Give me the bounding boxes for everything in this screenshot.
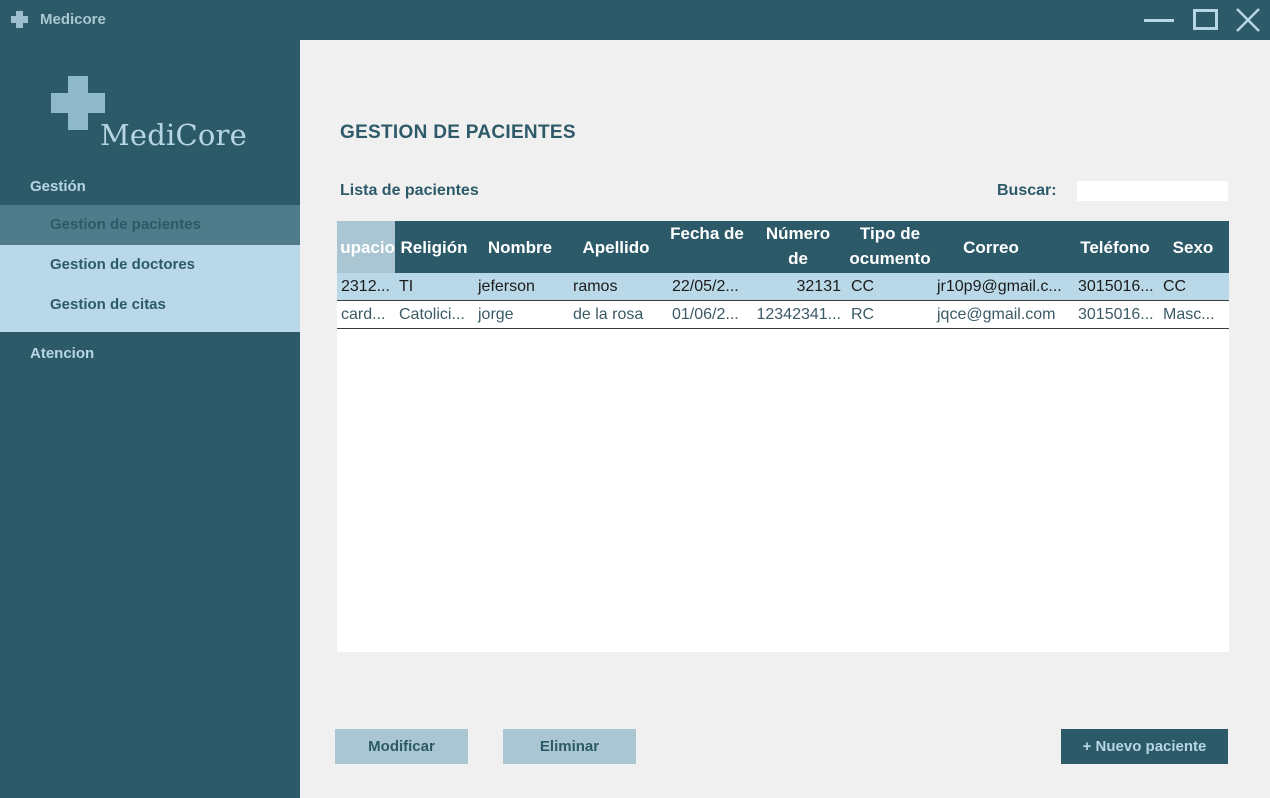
table-cell: ramos	[573, 278, 618, 295]
sidebar-item-gestion-pacientes[interactable]: Gestion de pacientes	[0, 205, 300, 245]
table-cell: 2312...	[341, 278, 390, 295]
column-header-religion[interactable]: Religión	[395, 221, 473, 273]
search-label: Buscar:	[997, 182, 1057, 199]
table-cell: 01/06/2...	[672, 306, 739, 323]
close-button[interactable]	[1232, 6, 1266, 34]
column-header-telefono[interactable]: Teléfono	[1070, 221, 1160, 273]
column-header-correo[interactable]: Correo	[937, 221, 1045, 273]
table-cell: 3015016...	[1078, 278, 1154, 295]
table-cell: jr10p9@gmail.c...	[937, 278, 1062, 295]
column-header-tipo-documento[interactable]: Tipo de ocumento	[845, 221, 935, 273]
table-cell: 12342341...	[756, 306, 841, 323]
close-icon	[1236, 8, 1260, 32]
table-cell: RC	[851, 306, 875, 323]
table-cell: jorge	[478, 306, 514, 323]
maximize-icon	[1193, 9, 1218, 30]
modify-button[interactable]: Modificar	[335, 729, 468, 764]
patients-table: upacio Religión Nombre Apellido Fecha de…	[337, 221, 1229, 652]
delete-button[interactable]: Eliminar	[503, 729, 636, 764]
table-cell: jeferson	[478, 278, 535, 295]
table-cell: 22/05/2...	[672, 278, 739, 295]
title-bar: Medicore	[0, 0, 1270, 40]
table-row[interactable]: 2312... TI jeferson ramos 22/05/2... 321…	[337, 273, 1229, 301]
column-header-apellido[interactable]: Apellido	[569, 221, 663, 273]
table-cell: 3015016...	[1078, 306, 1154, 323]
page-title: GESTION DE PACIENTES	[340, 122, 576, 143]
medicore-logo-icon	[51, 76, 105, 130]
table-row[interactable]: card... Catolici... jorge de la rosa 01/…	[337, 301, 1229, 329]
sidebar: MediCore Gestión Gestion de pacientes Ge…	[0, 40, 300, 798]
table-cell: jqce@gmail.com	[937, 306, 1056, 323]
new-patient-button[interactable]: + Nuevo paciente	[1061, 729, 1228, 764]
table-cell: Masc...	[1163, 306, 1215, 323]
logo-text: MediCore	[100, 118, 247, 152]
sidebar-section-gestion[interactable]: Gestión	[30, 178, 86, 195]
table-cell: CC	[851, 278, 875, 295]
sidebar-item-gestion-doctores[interactable]: Gestion de doctores	[0, 245, 300, 285]
table-cell: CC	[1163, 278, 1187, 295]
table-cell: 32131	[796, 278, 842, 295]
table-cell: de la rosa	[573, 306, 644, 323]
table-cell: TI	[399, 278, 414, 295]
column-header-fecha[interactable]: Fecha de	[667, 221, 747, 273]
column-header-numero[interactable]: Número de	[754, 221, 842, 273]
column-header-sexo[interactable]: Sexo	[1160, 221, 1226, 273]
main-panel: GESTION DE PACIENTES Lista de pacientes …	[300, 40, 1270, 798]
search-input[interactable]	[1077, 181, 1228, 201]
list-title: Lista de pacientes	[340, 182, 479, 199]
sidebar-section-atencion[interactable]: Atencion	[30, 345, 94, 362]
column-header-ocupacion[interactable]: upacio	[337, 221, 395, 273]
sidebar-item-gestion-citas[interactable]: Gestion de citas	[0, 285, 300, 325]
gestion-submenu: Gestion de pacientes Gestion de doctores…	[0, 205, 300, 332]
minimize-button[interactable]	[1142, 6, 1176, 34]
app-cross-icon	[11, 11, 28, 28]
maximize-button[interactable]	[1190, 6, 1224, 34]
table-header: upacio Religión Nombre Apellido Fecha de…	[337, 221, 1229, 273]
table-cell: card...	[341, 306, 386, 323]
window-title: Medicore	[40, 11, 106, 28]
minimize-icon	[1144, 19, 1174, 22]
column-header-nombre[interactable]: Nombre	[474, 221, 566, 273]
table-cell: Catolici...	[399, 306, 465, 323]
